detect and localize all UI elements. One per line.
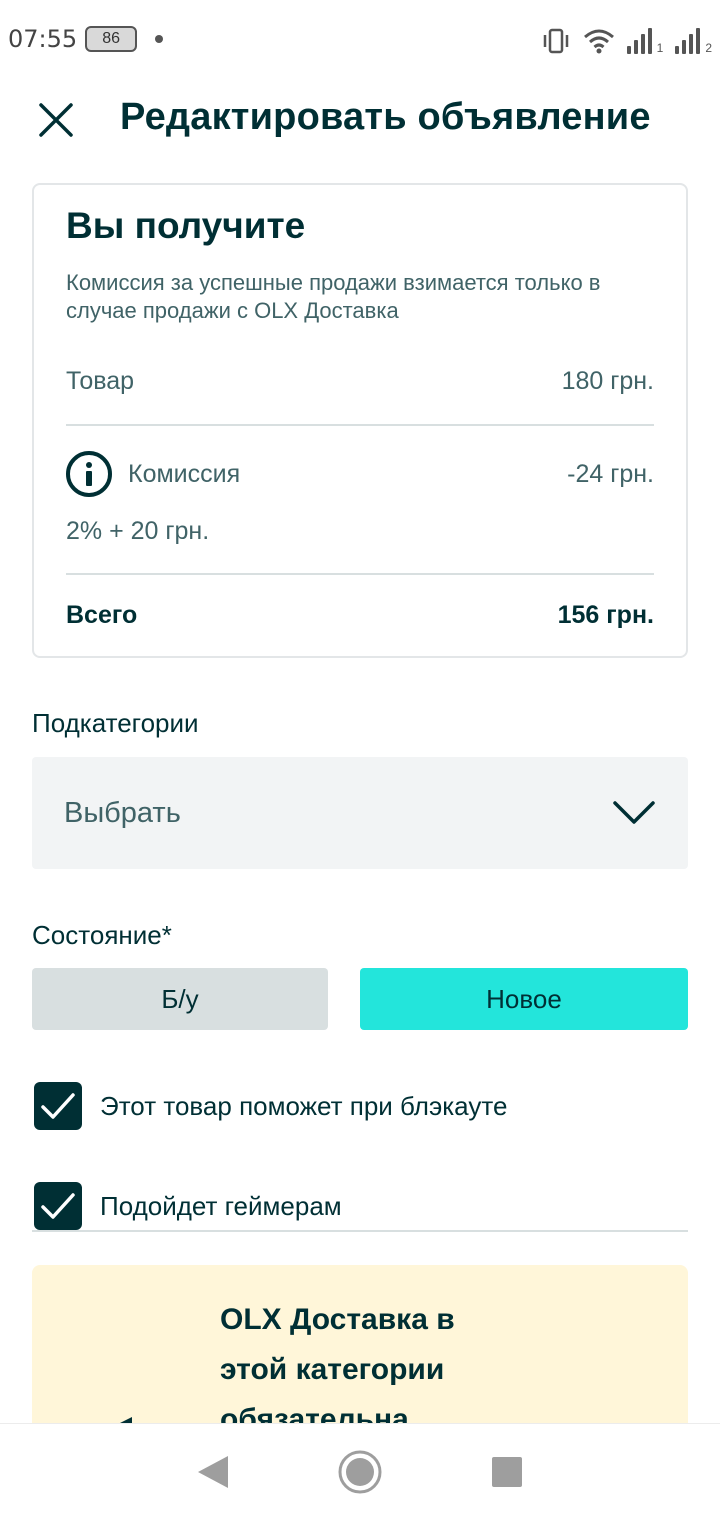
subcategory-label: Подкатегории bbox=[32, 708, 199, 738]
home-button[interactable] bbox=[330, 1442, 390, 1502]
commission-formula: 2% + 20 грн. bbox=[66, 517, 210, 545]
close-icon bbox=[39, 103, 73, 137]
recents-button[interactable] bbox=[477, 1442, 537, 1502]
summary-note: Комиссия за успешные продажи взимается т… bbox=[66, 270, 601, 323]
system-nav-bar bbox=[0, 1423, 720, 1520]
commission-row: Комиссия -24 грн. bbox=[66, 451, 654, 497]
page-title: Редактировать объявление bbox=[120, 96, 651, 138]
status-time: 07:55 bbox=[8, 25, 78, 53]
status-bar: 07:55 86 1 2 bbox=[0, 0, 720, 78]
gamers-checkbox-label: Подойдет геймерам bbox=[100, 1190, 342, 1221]
commission-formula-row: 2% + 20 грн. bbox=[66, 517, 654, 546]
divider bbox=[32, 1230, 688, 1232]
condition-new-button[interactable]: Новое bbox=[360, 968, 688, 1030]
divider bbox=[66, 424, 654, 426]
condition-label: Состояние* bbox=[32, 920, 172, 950]
battery-icon: 86 bbox=[85, 26, 138, 52]
sim1-label: 1 bbox=[656, 41, 664, 55]
wifi-icon bbox=[583, 29, 614, 54]
item-value: 180 грн. bbox=[561, 367, 654, 395]
earnings-summary-card: Вы получите Комиссия за успешные продажи… bbox=[32, 183, 688, 658]
back-button[interactable] bbox=[183, 1442, 243, 1502]
status-icons: 1 2 bbox=[541, 24, 712, 54]
chevron-down-icon bbox=[613, 801, 655, 824]
divider bbox=[66, 573, 654, 575]
signal-sim2-icon: 2 bbox=[675, 28, 712, 54]
subcategory-value: Выбрать bbox=[64, 796, 181, 829]
summary-title: Вы получите bbox=[66, 205, 306, 246]
gamers-checkbox[interactable] bbox=[34, 1182, 82, 1230]
total-label: Всего bbox=[66, 601, 138, 629]
notification-dot-icon bbox=[155, 35, 164, 43]
signal-sim1-icon: 1 bbox=[626, 28, 664, 55]
blackout-checkbox-row[interactable]: Этот товар поможет при блэкауте bbox=[34, 1082, 507, 1130]
close-button[interactable] bbox=[30, 94, 82, 146]
blackout-checkbox-label: Этот товар поможет при блэкауте bbox=[100, 1090, 508, 1121]
back-icon bbox=[198, 1456, 229, 1488]
blackout-checkbox[interactable] bbox=[34, 1082, 82, 1130]
info-icon[interactable] bbox=[66, 451, 112, 497]
total-row: Всего 156 грн. bbox=[66, 601, 654, 630]
commission-value: -24 грн. bbox=[567, 459, 654, 488]
total-value: 156 грн. bbox=[557, 601, 654, 629]
item-price-row: Товар 180 грн. bbox=[66, 367, 654, 396]
item-label: Товар bbox=[66, 367, 135, 395]
recents-icon bbox=[491, 1457, 522, 1487]
gamers-checkbox-row[interactable]: Подойдет геймерам bbox=[34, 1182, 342, 1230]
screen: 07:55 86 1 2 Редактировать объявление Вы… bbox=[0, 0, 720, 1520]
checkmark-icon bbox=[41, 1193, 75, 1219]
sim2-label: 2 bbox=[705, 41, 712, 55]
home-icon bbox=[338, 1450, 382, 1494]
commission-label: Комиссия bbox=[128, 459, 241, 488]
vibrate-icon bbox=[543, 28, 568, 54]
checkmark-icon bbox=[41, 1093, 75, 1119]
condition-used-button[interactable]: Б/у bbox=[32, 968, 328, 1030]
battery-level: 86 bbox=[102, 30, 121, 47]
app-header: Редактировать объявление bbox=[0, 78, 720, 160]
subcategory-select[interactable]: Выбрать bbox=[32, 757, 688, 869]
